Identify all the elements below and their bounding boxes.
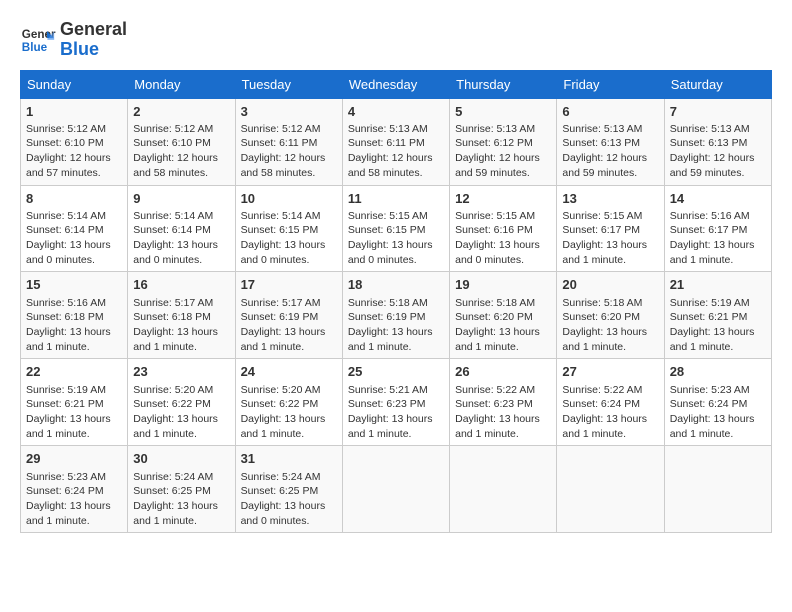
calendar-cell: 15Sunrise: 5:16 AMSunset: 6:18 PMDayligh… [21,272,128,359]
page-header: General Blue General Blue [20,20,772,60]
calendar-cell: 22Sunrise: 5:19 AMSunset: 6:21 PMDayligh… [21,359,128,446]
calendar-cell: 10Sunrise: 5:14 AMSunset: 6:15 PMDayligh… [235,185,342,272]
calendar-cell: 12Sunrise: 5:15 AMSunset: 6:16 PMDayligh… [450,185,557,272]
calendar-cell: 14Sunrise: 5:16 AMSunset: 6:17 PMDayligh… [664,185,771,272]
day-number: 29 [26,450,122,468]
calendar-week: 29Sunrise: 5:23 AMSunset: 6:24 PMDayligh… [21,446,772,533]
day-number: 30 [133,450,229,468]
calendar-cell: 2Sunrise: 5:12 AMSunset: 6:10 PMDaylight… [128,98,235,185]
calendar-cell: 23Sunrise: 5:20 AMSunset: 6:22 PMDayligh… [128,359,235,446]
day-number: 15 [26,276,122,294]
day-number: 24 [241,363,337,381]
calendar-cell: 31Sunrise: 5:24 AMSunset: 6:25 PMDayligh… [235,446,342,533]
day-number: 10 [241,190,337,208]
weekday-header: Sunday [21,70,128,98]
weekday-header: Friday [557,70,664,98]
day-number: 9 [133,190,229,208]
calendar-cell: 16Sunrise: 5:17 AMSunset: 6:18 PMDayligh… [128,272,235,359]
day-number: 28 [670,363,766,381]
calendar-cell: 24Sunrise: 5:20 AMSunset: 6:22 PMDayligh… [235,359,342,446]
day-number: 6 [562,103,658,121]
day-number: 7 [670,103,766,121]
calendar-cell [664,446,771,533]
weekday-header: Monday [128,70,235,98]
logo-text: General Blue [60,20,127,60]
calendar-week: 1Sunrise: 5:12 AMSunset: 6:10 PMDaylight… [21,98,772,185]
calendar-cell: 3Sunrise: 5:12 AMSunset: 6:11 PMDaylight… [235,98,342,185]
calendar-cell [450,446,557,533]
calendar-cell: 4Sunrise: 5:13 AMSunset: 6:11 PMDaylight… [342,98,449,185]
calendar-table: SundayMondayTuesdayWednesdayThursdayFrid… [20,70,772,534]
calendar-cell: 6Sunrise: 5:13 AMSunset: 6:13 PMDaylight… [557,98,664,185]
logo: General Blue General Blue [20,20,127,60]
day-number: 14 [670,190,766,208]
calendar-cell: 28Sunrise: 5:23 AMSunset: 6:24 PMDayligh… [664,359,771,446]
calendar-cell: 19Sunrise: 5:18 AMSunset: 6:20 PMDayligh… [450,272,557,359]
calendar-cell: 26Sunrise: 5:22 AMSunset: 6:23 PMDayligh… [450,359,557,446]
day-number: 31 [241,450,337,468]
calendar-week: 22Sunrise: 5:19 AMSunset: 6:21 PMDayligh… [21,359,772,446]
calendar-cell: 27Sunrise: 5:22 AMSunset: 6:24 PMDayligh… [557,359,664,446]
weekday-header: Wednesday [342,70,449,98]
weekday-header: Tuesday [235,70,342,98]
day-number: 11 [348,190,444,208]
day-number: 27 [562,363,658,381]
calendar-cell: 11Sunrise: 5:15 AMSunset: 6:15 PMDayligh… [342,185,449,272]
day-number: 20 [562,276,658,294]
day-number: 21 [670,276,766,294]
days-row: SundayMondayTuesdayWednesdayThursdayFrid… [21,70,772,98]
day-number: 25 [348,363,444,381]
calendar-cell: 7Sunrise: 5:13 AMSunset: 6:13 PMDaylight… [664,98,771,185]
calendar-cell: 21Sunrise: 5:19 AMSunset: 6:21 PMDayligh… [664,272,771,359]
calendar-cell: 17Sunrise: 5:17 AMSunset: 6:19 PMDayligh… [235,272,342,359]
calendar-cell: 5Sunrise: 5:13 AMSunset: 6:12 PMDaylight… [450,98,557,185]
day-number: 3 [241,103,337,121]
day-number: 8 [26,190,122,208]
day-number: 26 [455,363,551,381]
logo-icon: General Blue [20,22,56,58]
day-number: 17 [241,276,337,294]
day-number: 1 [26,103,122,121]
calendar-cell: 8Sunrise: 5:14 AMSunset: 6:14 PMDaylight… [21,185,128,272]
calendar-week: 15Sunrise: 5:16 AMSunset: 6:18 PMDayligh… [21,272,772,359]
day-number: 16 [133,276,229,294]
calendar-cell: 1Sunrise: 5:12 AMSunset: 6:10 PMDaylight… [21,98,128,185]
calendar-cell [557,446,664,533]
day-number: 23 [133,363,229,381]
day-number: 18 [348,276,444,294]
day-number: 5 [455,103,551,121]
day-number: 4 [348,103,444,121]
calendar-cell: 29Sunrise: 5:23 AMSunset: 6:24 PMDayligh… [21,446,128,533]
day-number: 13 [562,190,658,208]
calendar-header: SundayMondayTuesdayWednesdayThursdayFrid… [21,70,772,98]
calendar-cell: 13Sunrise: 5:15 AMSunset: 6:17 PMDayligh… [557,185,664,272]
calendar-cell [342,446,449,533]
calendar-cell: 9Sunrise: 5:14 AMSunset: 6:14 PMDaylight… [128,185,235,272]
calendar-cell: 25Sunrise: 5:21 AMSunset: 6:23 PMDayligh… [342,359,449,446]
calendar-cell: 30Sunrise: 5:24 AMSunset: 6:25 PMDayligh… [128,446,235,533]
calendar-cell: 18Sunrise: 5:18 AMSunset: 6:19 PMDayligh… [342,272,449,359]
day-number: 19 [455,276,551,294]
weekday-header: Saturday [664,70,771,98]
svg-text:Blue: Blue [22,41,48,54]
weekday-header: Thursday [450,70,557,98]
calendar-body: 1Sunrise: 5:12 AMSunset: 6:10 PMDaylight… [21,98,772,533]
day-number: 22 [26,363,122,381]
calendar-cell: 20Sunrise: 5:18 AMSunset: 6:20 PMDayligh… [557,272,664,359]
calendar-week: 8Sunrise: 5:14 AMSunset: 6:14 PMDaylight… [21,185,772,272]
day-number: 2 [133,103,229,121]
day-number: 12 [455,190,551,208]
